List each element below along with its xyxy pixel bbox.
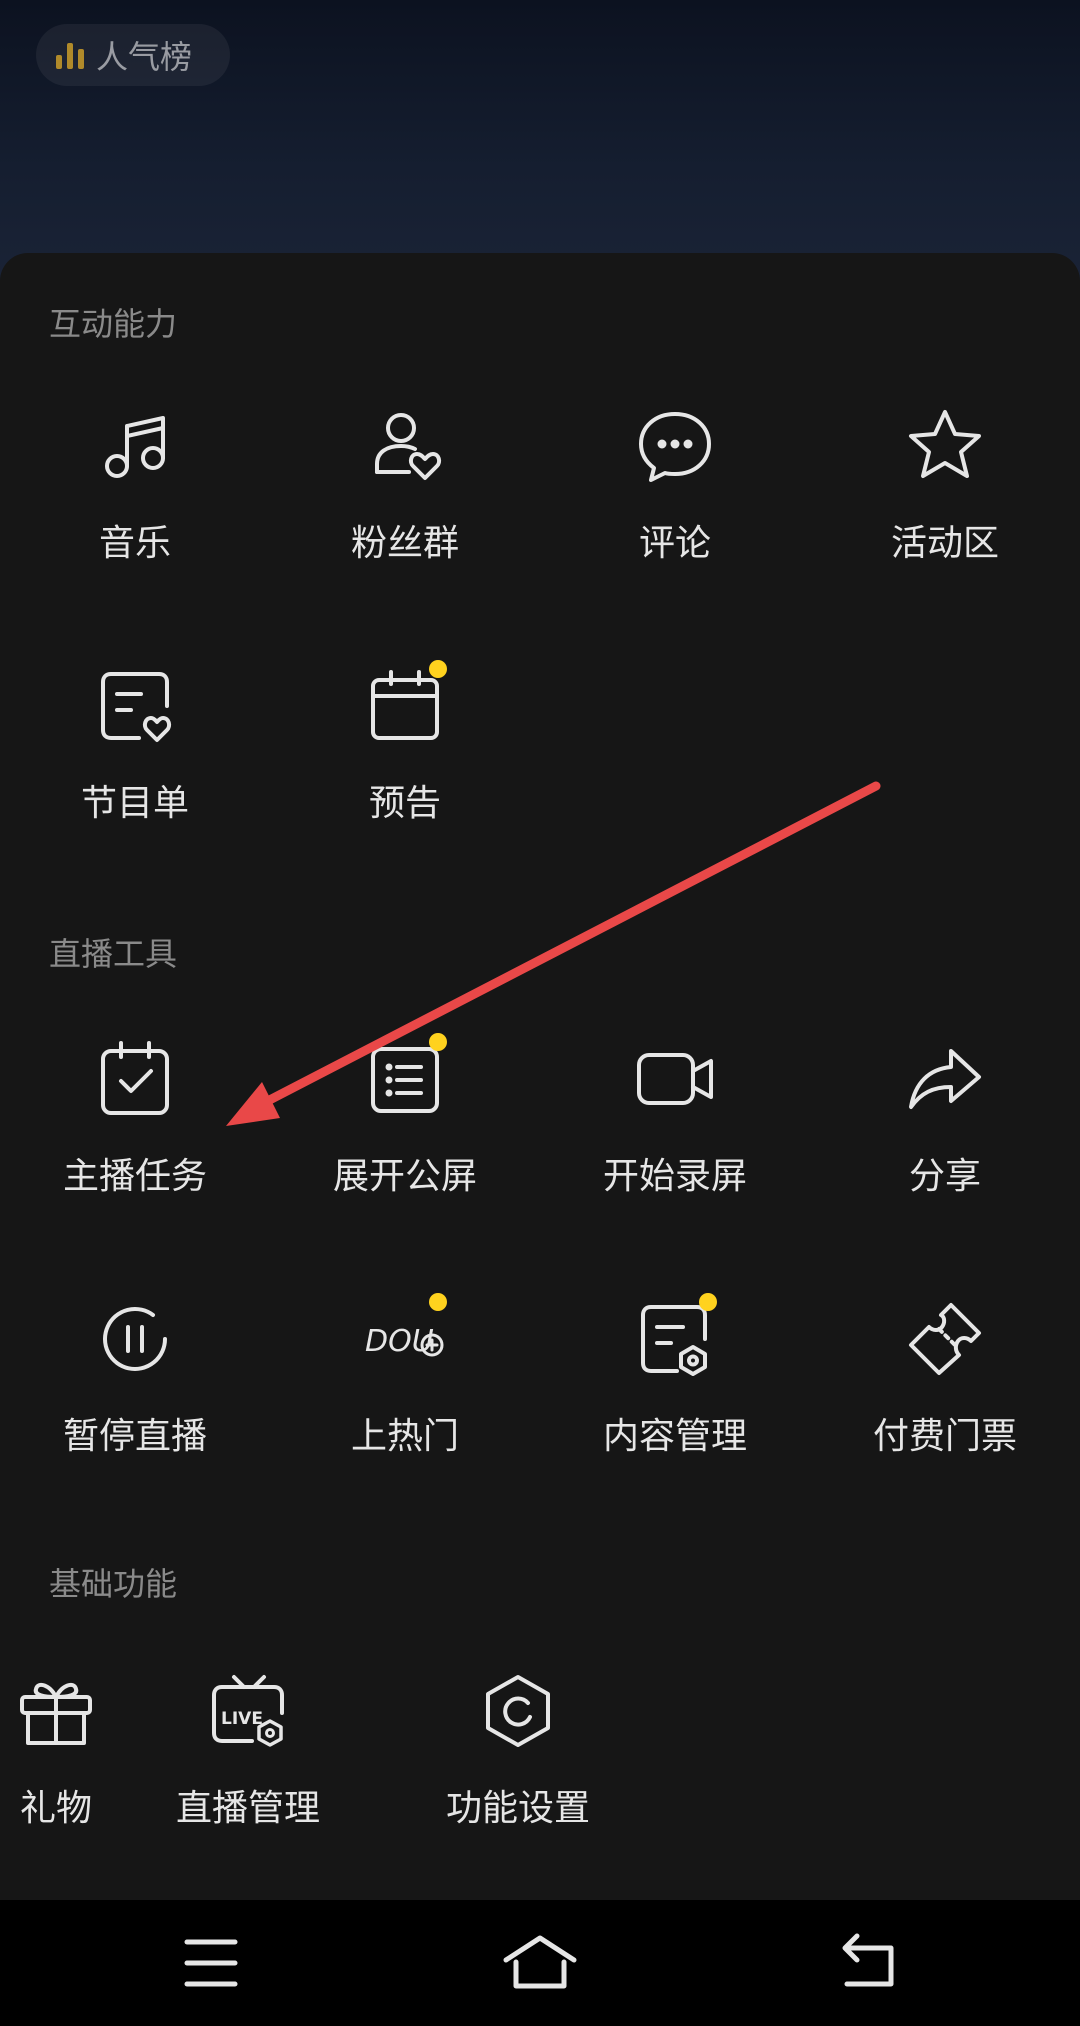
activity-zone-button[interactable]: 活动区 <box>810 406 1080 606</box>
pause-icon <box>95 1299 175 1379</box>
section-title-live-tools: 直播工具 <box>49 935 178 973</box>
comment-icon <box>635 406 715 486</box>
ranking-bars-icon <box>56 41 84 69</box>
new-badge-dot <box>429 660 447 678</box>
music-icon <box>95 406 175 486</box>
comment-button[interactable]: 评论 <box>540 406 810 606</box>
popularity-ranking-button[interactable]: 人气榜 <box>36 24 230 86</box>
star-icon <box>905 406 985 486</box>
ticket-icon <box>905 1299 985 1379</box>
fans-group-button[interactable]: 粉丝群 <box>270 406 540 606</box>
music-button[interactable]: 音乐 <box>0 406 270 606</box>
live-manage-button[interactable]: LIVE 直播管理 <box>113 1671 383 1871</box>
comment-label: 评论 <box>638 523 711 564</box>
music-label: 音乐 <box>98 523 171 564</box>
task-icon <box>95 1039 175 1119</box>
public-screen-button[interactable]: 展开公屏 <box>270 1033 540 1239</box>
settings-icon <box>478 1671 558 1751</box>
program-list-button[interactable]: 节目单 <box>0 666 270 866</box>
fans-group-label: 粉丝群 <box>350 523 459 564</box>
screen-record-label: 开始录屏 <box>602 1156 747 1197</box>
content-manage-label: 内容管理 <box>602 1416 747 1457</box>
section-title-interaction: 互动能力 <box>49 305 178 343</box>
home-icon[interactable] <box>500 1928 580 1998</box>
preview-label: 预告 <box>368 783 441 824</box>
program-list-label: 节目单 <box>80 783 189 824</box>
new-badge-dot <box>699 1293 717 1311</box>
content-manage-button[interactable]: 内容管理 <box>540 1293 810 1499</box>
streamer-task-label: 主播任务 <box>62 1156 207 1197</box>
paid-ticket-button[interactable]: 付费门票 <box>810 1299 1080 1499</box>
content-manage-icon <box>635 1293 717 1379</box>
share-button[interactable]: 分享 <box>810 1039 1080 1239</box>
section-title-basic: 基础功能 <box>49 1565 178 1603</box>
gift-icon <box>16 1671 96 1751</box>
hot-trend-button[interactable]: DOU 上热门 <box>270 1293 540 1499</box>
fans-group-icon <box>365 406 445 486</box>
paid-ticket-label: 付费门票 <box>872 1416 1017 1457</box>
share-icon <box>905 1039 985 1119</box>
streamer-task-button[interactable]: 主播任务 <box>0 1039 270 1239</box>
function-settings-label: 功能设置 <box>445 1788 590 1829</box>
system-navigation-bar <box>0 1900 1080 2026</box>
pause-live-label: 暂停直播 <box>62 1416 207 1457</box>
calendar-icon <box>365 660 447 746</box>
pause-live-button[interactable]: 暂停直播 <box>0 1299 270 1499</box>
public-screen-label: 展开公屏 <box>332 1156 477 1197</box>
share-label: 分享 <box>908 1156 981 1197</box>
preview-button[interactable]: 预告 <box>270 660 540 866</box>
program-list-icon <box>95 666 175 746</box>
live-manage-icon: LIVE <box>208 1671 288 1751</box>
hot-trend-label: 上热门 <box>350 1416 459 1457</box>
function-settings-button[interactable]: 功能设置 <box>383 1671 653 1871</box>
screen-record-button[interactable]: 开始录屏 <box>540 1039 810 1239</box>
new-badge-dot <box>429 1293 447 1311</box>
record-icon <box>635 1039 715 1119</box>
gift-label: 礼物 <box>19 1788 92 1829</box>
activity-zone-label: 活动区 <box>890 523 999 564</box>
dou-plus-icon: DOU <box>365 1293 447 1379</box>
live-manage-label: 直播管理 <box>175 1788 320 1829</box>
svg-text:LIVE: LIVE <box>221 1709 263 1729</box>
public-screen-icon <box>365 1033 447 1119</box>
new-badge-dot <box>429 1033 447 1051</box>
menu-icon[interactable] <box>171 1928 251 1998</box>
popularity-label: 人气榜 <box>96 38 193 76</box>
back-icon[interactable] <box>829 1928 909 1998</box>
more-functions-panel: 互动能力 音乐 粉丝群 评论 活动区 节目单 预告 直播工具 主播任务 展开公屏… <box>0 253 1080 1900</box>
